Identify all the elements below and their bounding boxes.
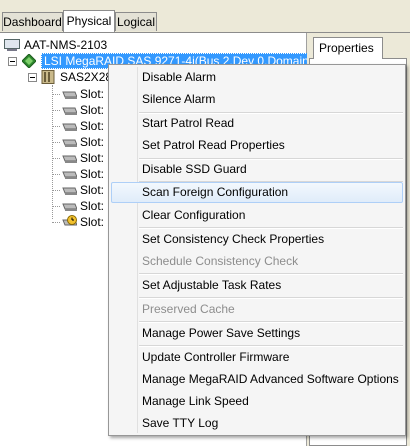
tab-properties[interactable]: Properties (313, 37, 383, 59)
menu-item-clear-configuration[interactable]: Clear Configuration (111, 205, 403, 226)
menu-item-manage-advanced-software-options[interactable]: Manage MegaRAID Advanced Software Option… (111, 369, 403, 390)
menu-item-disable-ssd-guard[interactable]: Disable SSD Guard (111, 159, 403, 180)
disk-icon (62, 187, 77, 195)
menu-separator (139, 345, 403, 347)
menu-item-start-patrol-read[interactable]: Start Patrol Read (111, 113, 403, 134)
disk-icon (62, 107, 77, 115)
view-tabs: Dashboard Physical Logical (0, 0, 410, 33)
menu-item-update-controller-firmware[interactable]: Update Controller Firmware (111, 347, 403, 368)
collapse-icon[interactable] (28, 73, 37, 82)
disk-clock-icon (62, 215, 77, 226)
tab-physical[interactable]: Physical (63, 10, 115, 33)
tab-logical[interactable]: Logical (115, 12, 157, 31)
menu-item-scan-foreign-configuration[interactable]: Scan Foreign Configuration (111, 182, 403, 203)
tab-dashboard[interactable]: Dashboard (2, 12, 63, 31)
disk-icon (62, 123, 77, 131)
menu-item-set-consistency-check-properties[interactable]: Set Consistency Check Properties (111, 229, 403, 250)
menu-item-disable-alarm[interactable]: Disable Alarm (111, 67, 403, 88)
tree-line (52, 85, 54, 219)
disk-icon (62, 139, 77, 147)
menu-item-schedule-consistency-check: Schedule Consistency Check (142, 254, 299, 268)
menu-item-silence-alarm[interactable]: Silence Alarm (111, 89, 403, 110)
menu-item-preserved-cache: Preserved Cache (142, 302, 235, 316)
menu-item-set-patrol-read-properties[interactable]: Set Patrol Read Properties (111, 135, 403, 156)
menu-separator (139, 273, 403, 275)
menu-separator (139, 227, 403, 229)
menu-item-set-adjustable-task-rates[interactable]: Set Adjustable Task Rates (111, 275, 403, 296)
controller-icon (22, 54, 36, 68)
collapse-icon[interactable] (8, 57, 17, 66)
disk-icon (62, 171, 77, 179)
server-icon (4, 39, 20, 51)
disk-icon (62, 203, 77, 211)
menu-item-save-tty-log[interactable]: Save TTY Log (111, 413, 403, 434)
backplane-icon (41, 70, 55, 84)
disk-icon (62, 91, 77, 99)
menu-item-manage-link-speed[interactable]: Manage Link Speed (111, 391, 403, 412)
menu-separator (139, 297, 403, 299)
menu-separator (139, 321, 403, 323)
menu-item-manage-power-save-settings[interactable]: Manage Power Save Settings (111, 323, 403, 344)
controller-context-menu: Disable Alarm Silence Alarm Start Patrol… (108, 64, 406, 436)
disk-icon (62, 155, 77, 163)
